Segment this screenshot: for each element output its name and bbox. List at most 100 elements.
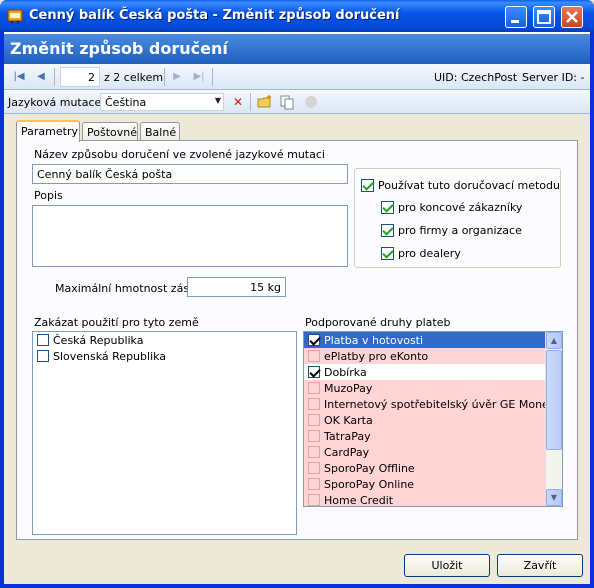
payments-rows: Platba v hotovosti ePlatby pro eKonto Do…: [304, 332, 562, 507]
country-label: Slovenská Republika: [53, 349, 167, 363]
checkbox-box[interactable]: [308, 350, 320, 362]
list-item[interactable]: Platba v hotovosti: [304, 332, 545, 348]
header-band: Změnit způsob doručení |◀ ◀ 2 z 2 celkem…: [4, 32, 590, 90]
payments-label: Podporované druhy plateb: [305, 316, 451, 329]
window-title: Cenný balík Česká pošta - Změnit způsob …: [29, 8, 400, 23]
name-label: Název způsobu doručení ve zvolené jazyko…: [34, 148, 325, 161]
usage-groupbox: Používat tuto doručovací metodu pro konc…: [354, 168, 561, 268]
payment-label: CardPay: [324, 445, 370, 459]
dropdown-arrow-icon[interactable]: ▼: [215, 96, 221, 105]
save-button[interactable]: Uložit: [404, 554, 490, 577]
client-area: Změnit způsob doručení |◀ ◀ 2 z 2 celkem…: [4, 32, 590, 584]
language-select[interactable]: Čeština ▼: [100, 93, 224, 111]
list-item[interactable]: SporoPay Offline: [304, 460, 545, 476]
close-button[interactable]: Zavřít: [497, 554, 583, 577]
prev-page-icon[interactable]: ◀: [34, 70, 48, 84]
payment-label: SporoPay Online: [324, 477, 415, 491]
countries-list[interactable]: Česká Republika Slovenská Republika: [32, 331, 297, 535]
disabled-circle-icon: [302, 93, 320, 111]
list-item[interactable]: Slovenská Republika: [33, 348, 296, 364]
checkbox-box[interactable]: [308, 430, 320, 442]
scroll-down-icon[interactable]: ▼: [546, 489, 562, 506]
checkbox-box[interactable]: [381, 201, 394, 214]
list-item[interactable]: Česká Republika: [33, 332, 296, 348]
checkbox-box[interactable]: [308, 382, 320, 394]
payment-label: SporoPay Offline: [324, 461, 415, 475]
payment-label: Platba v hotovosti: [324, 333, 424, 347]
separator: [164, 68, 165, 86]
checkbox-box[interactable]: [37, 350, 49, 362]
audience-checkbox-companies[interactable]: pro firmy a organizace: [381, 224, 522, 237]
delete-icon[interactable]: ✕: [229, 93, 247, 111]
description-label: Popis: [34, 189, 63, 202]
audience-checkbox-dealers[interactable]: pro dealery: [381, 247, 461, 260]
forbidden-countries-label: Zakázat použití pro tyto země: [34, 316, 199, 329]
server-id-label: Server ID: -: [522, 71, 585, 84]
close-window-button[interactable]: [561, 6, 583, 28]
audience-label: pro dealery: [398, 247, 461, 260]
payment-label: OK Karta: [324, 413, 373, 427]
list-item[interactable]: Internetový spotřebitelský úvěr GE Money…: [304, 396, 562, 412]
separator: [54, 68, 55, 86]
use-method-checkbox[interactable]: Používat tuto doručovací metodu: [361, 179, 560, 192]
list-item[interactable]: MuzoPay: [304, 380, 545, 396]
first-page-icon[interactable]: |◀: [12, 70, 26, 84]
checkbox-box[interactable]: [308, 478, 320, 490]
list-item[interactable]: Home Credit: [304, 492, 545, 507]
checkbox-box[interactable]: [308, 366, 320, 378]
payment-label: ePlatby pro eKonto: [324, 349, 429, 363]
payments-list[interactable]: Platba v hotovosti ePlatby pro eKonto Do…: [303, 331, 563, 507]
tab-parametry[interactable]: Parametry: [16, 120, 80, 142]
checkbox-box[interactable]: [308, 414, 320, 426]
max-weight-field[interactable]: 15 kg: [187, 277, 286, 297]
name-field[interactable]: Cenný balík Česká pošta: [32, 164, 348, 184]
checkbox-box[interactable]: [37, 334, 49, 346]
minimize-button[interactable]: [505, 6, 527, 28]
description-field[interactable]: [32, 205, 348, 267]
list-item[interactable]: OK Karta: [304, 412, 545, 428]
scroll-up-icon[interactable]: ▲: [546, 332, 562, 349]
page-number-input[interactable]: 2: [60, 67, 100, 87]
language-selected-value: Čeština: [105, 96, 147, 109]
maximize-button[interactable]: [533, 6, 555, 28]
list-item[interactable]: CardPay: [304, 444, 545, 460]
checkbox-box[interactable]: [308, 398, 320, 410]
checkbox-box[interactable]: [308, 494, 320, 506]
audience-label: pro firmy a organizace: [398, 224, 522, 237]
next-page-icon[interactable]: ▶: [170, 70, 184, 84]
title-bar[interactable]: Cenný balík Česká pošta - Změnit způsob …: [0, 0, 594, 32]
payment-label: Dobírka: [324, 365, 367, 379]
copy-icon[interactable]: [278, 93, 296, 111]
tab-balne[interactable]: Balné: [140, 122, 180, 141]
max-weight-label: Maximální hmotnost zásilky: [55, 282, 208, 295]
list-item[interactable]: SporoPay Online: [304, 476, 545, 492]
checkbox-box[interactable]: [381, 247, 394, 260]
checkbox-box[interactable]: [308, 334, 320, 346]
checkbox-box[interactable]: [308, 462, 320, 474]
tab-postovne[interactable]: Poštovné: [82, 122, 138, 141]
uid-label: UID: CzechPost: [434, 71, 518, 84]
language-label: Jazyková mutace: [8, 96, 102, 109]
language-toolbar: Jazyková mutace Čeština ▼ ✕: [4, 90, 590, 114]
payment-label: Home Credit: [324, 493, 394, 507]
audience-checkbox-end-customers[interactable]: pro koncové zákazníky: [381, 201, 522, 214]
navigation-bar: |◀ ◀ 2 z 2 celkem ▶ ▶| UID: CzechPost Se…: [4, 64, 590, 90]
list-item[interactable]: TatraPay: [304, 428, 545, 444]
separator: [250, 93, 251, 111]
list-item[interactable]: ePlatby pro eKonto: [304, 348, 545, 364]
page-title: Změnit způsob doručení: [4, 34, 590, 64]
payment-label: MuzoPay: [324, 381, 373, 395]
last-page-icon[interactable]: ▶|: [192, 70, 206, 84]
checkbox-box[interactable]: [381, 224, 394, 237]
scroll-thumb[interactable]: [546, 350, 562, 450]
separator: [212, 68, 213, 86]
checkbox-box[interactable]: [308, 446, 320, 458]
list-item[interactable]: Dobírka: [304, 364, 545, 380]
checkbox-box[interactable]: [361, 179, 374, 192]
payments-scrollbar[interactable]: ▲ ▼: [545, 332, 562, 506]
use-method-label: Používat tuto doručovací metodu: [378, 179, 560, 192]
country-label: Česká Republika: [53, 333, 144, 347]
close-icon: [566, 11, 578, 23]
new-folder-icon[interactable]: [256, 93, 274, 111]
page-total: z 2 celkem: [104, 71, 164, 84]
